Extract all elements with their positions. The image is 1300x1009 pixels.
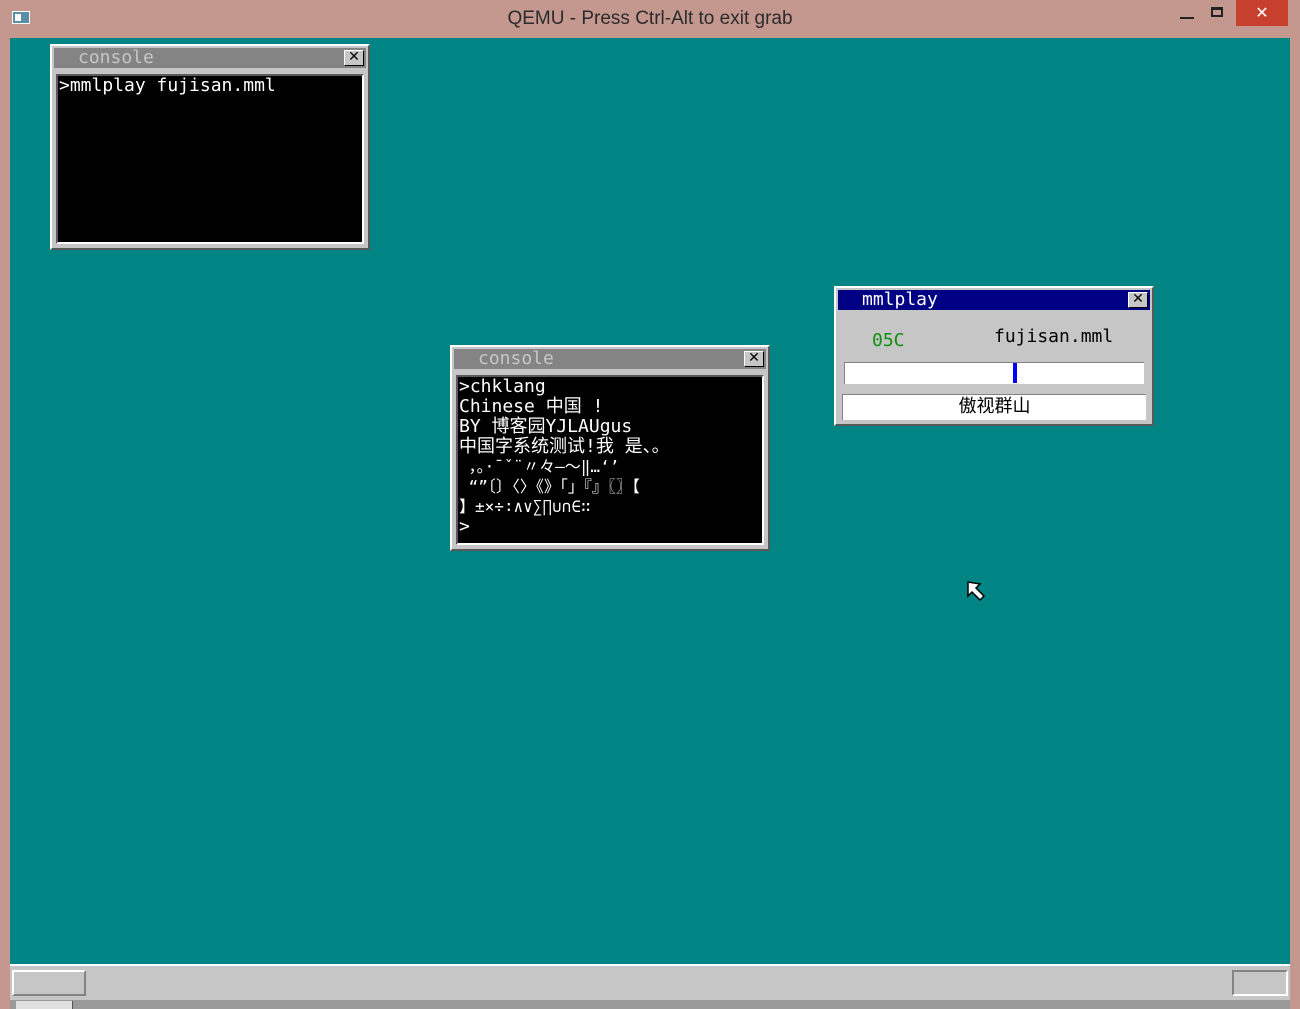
console-line: 中国字系统测试!我 是、。 <box>459 436 670 457</box>
console-line: 】±×÷∶∧∨∑∏∪∩∈∷ <box>459 497 591 516</box>
start-button[interactable] <box>12 970 86 996</box>
mmlplay-window[interactable]: mmlplay ✕ 05C fujisan.mml 傲视群山 <box>834 286 1154 426</box>
host-titlebar: QEMU - Press Ctrl-Alt to exit grab ✕ <box>0 0 1300 38</box>
console-window-1-titlebar[interactable]: console ✕ <box>54 48 366 68</box>
mmlplay-titlebar[interactable]: mmlplay ✕ <box>838 290 1150 310</box>
minimize-button[interactable] <box>1170 0 1202 26</box>
playback-position-marker[interactable] <box>1013 363 1017 383</box>
close-icon[interactable]: ✕ <box>344 50 364 66</box>
song-title-box: 傲视群山 <box>842 394 1146 420</box>
close-icon[interactable]: ✕ <box>1128 292 1148 308</box>
window-title: console <box>78 47 154 68</box>
console-prompt: > <box>459 516 470 537</box>
window-title: mmlplay <box>862 289 938 310</box>
console-window-2[interactable]: console ✕ >chklang Chinese 中国 ! BY 博客园YJ… <box>450 345 770 551</box>
tempo-readout: 05C <box>872 330 905 351</box>
console-line: >mmlplay fujisan.mml <box>59 75 276 96</box>
console-1-text-area[interactable]: >mmlplay fujisan.mml <box>56 74 364 244</box>
maximize-button[interactable] <box>1202 0 1234 26</box>
playback-position-bar[interactable] <box>844 362 1144 384</box>
close-icon[interactable]: ✕ <box>744 351 764 367</box>
console-line: >chklang <box>459 376 546 397</box>
host-close-button[interactable]: ✕ <box>1236 0 1288 26</box>
tray-area <box>1232 970 1288 996</box>
arrow-cursor-icon <box>967 581 986 602</box>
taskbar <box>10 964 1290 1000</box>
console-line: ，。·ˉˇ¨〃々—～‖…‘’ <box>459 457 620 476</box>
host-window-title: QEMU - Press Ctrl-Alt to exit grab <box>507 8 793 29</box>
host-bottom-strip <box>10 1000 1290 1009</box>
console-line: BY 博客园YJLAUgus <box>459 416 633 437</box>
console-window-1[interactable]: console ✕ >mmlplay fujisan.mml <box>50 44 370 250</box>
console-window-2-titlebar[interactable]: console ✕ <box>454 349 766 369</box>
console-2-text-area[interactable]: >chklang Chinese 中国 ! BY 博客园YJLAUgus 中国字… <box>456 375 764 545</box>
guest-desktop[interactable]: console ✕ >mmlplay fujisan.mml console ✕… <box>10 38 1290 1000</box>
window-title: console <box>478 348 554 369</box>
host-bottom-segment <box>16 1001 73 1009</box>
file-name: fujisan.mml <box>994 326 1114 347</box>
song-title: 傲视群山 <box>958 396 1031 417</box>
console-line: Chinese 中国 ! <box>459 396 604 417</box>
console-line: “”〔〕〈〉《》「」『』〖〗【 <box>459 477 640 496</box>
